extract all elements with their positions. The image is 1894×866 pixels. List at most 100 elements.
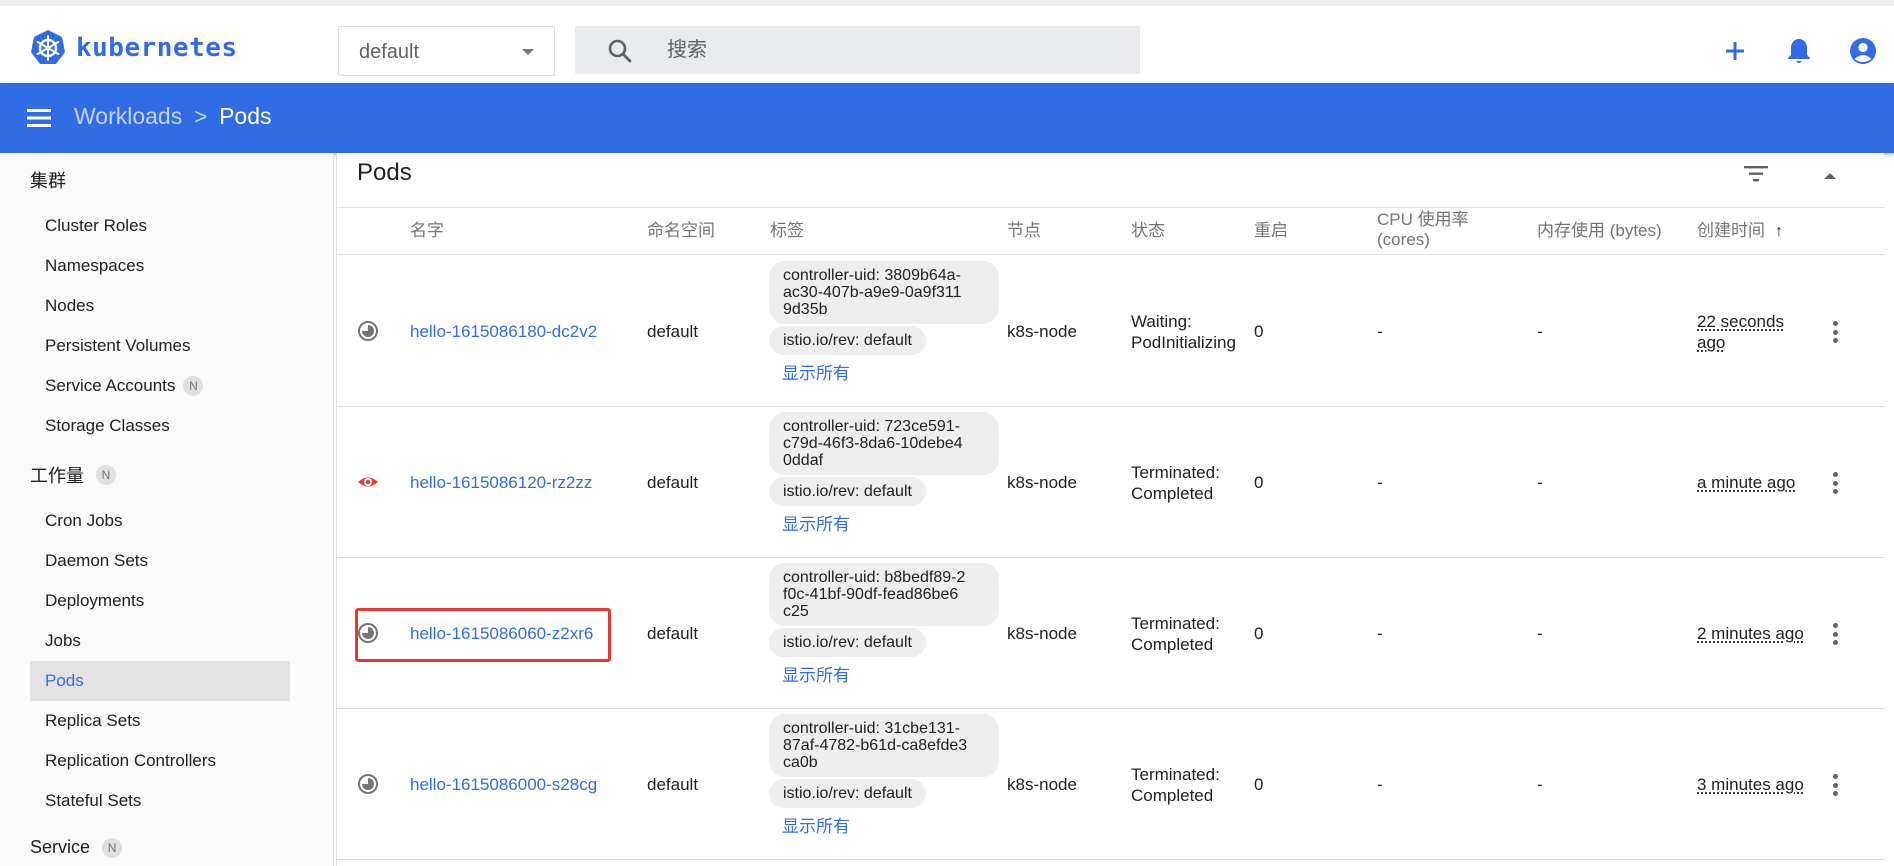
search-icon[interactable] — [607, 38, 633, 64]
top-bar: kubernetes default — [0, 0, 1894, 83]
age-text: 2 minutes ago — [1697, 624, 1804, 643]
sidebar-item-deployments[interactable]: Deployments — [30, 581, 290, 621]
sidebar-item-label: Nodes — [45, 296, 95, 315]
column-memory: 内存使用 (bytes) — [1537, 221, 1662, 240]
sidebar-item-storage-classes[interactable]: Storage Classes — [30, 406, 290, 446]
namespaced-badge: N — [96, 465, 116, 485]
pod-namespace: default — [647, 775, 699, 794]
pod-name-link[interactable]: hello-1615086180-dc2v2 — [410, 321, 597, 342]
label-text: controller-uid: 3809b64a- — [783, 267, 961, 284]
kubernetes-helm-icon — [31, 30, 65, 64]
table-row: hello-1615086120-rz2zz default controlle… — [337, 407, 1885, 558]
sidebar-item-nodes[interactable]: Nodes — [30, 286, 290, 326]
column-name[interactable]: 名字 — [410, 221, 444, 241]
more-actions-button[interactable] — [1823, 771, 1847, 799]
sidebar-item-stateful-sets[interactable]: Stateful Sets — [30, 781, 290, 821]
account-button[interactable] — [1846, 34, 1880, 68]
collapse-icon[interactable] — [1817, 163, 1843, 189]
sidebar-item-replica-sets[interactable]: Replica Sets — [30, 701, 290, 741]
pod-name[interactable]: hello-1615086000-s28cg — [410, 775, 597, 794]
more-actions-button[interactable] — [1823, 318, 1847, 346]
label-text: ca0b — [783, 754, 818, 771]
more-actions-button[interactable] — [1823, 469, 1847, 497]
label-text: c25 — [783, 603, 809, 620]
more-actions-button[interactable] — [1823, 620, 1847, 648]
show-all-labels-link[interactable]: 显示所有 — [782, 510, 850, 535]
sidebar-section-label: 工作量 — [30, 466, 84, 486]
age-text: a minute ago — [1697, 473, 1796, 492]
breadcrumb-workloads[interactable]: Workloads — [74, 103, 182, 130]
show-all-labels-link[interactable]: 显示所有 — [782, 812, 850, 837]
pod-age: 3 minutes ago — [1697, 774, 1804, 795]
pod-status: Terminated: Completed — [1131, 764, 1220, 806]
namespace-value: default — [359, 41, 420, 63]
show-all-labels-link[interactable]: 显示所有 — [782, 359, 850, 384]
status-line: Completed — [1131, 786, 1214, 805]
filter-icon[interactable] — [1741, 159, 1771, 189]
pod-memory: - — [1537, 624, 1543, 643]
notifications-button[interactable] — [1782, 34, 1816, 68]
pod-age: 22 seconds ago — [1697, 311, 1784, 353]
hamburger-menu-icon[interactable] — [26, 105, 54, 131]
namespace-select[interactable]: default — [338, 26, 555, 76]
status-line: Completed — [1131, 635, 1214, 654]
pod-memory: - — [1537, 322, 1543, 341]
label-text: 87af-4782-b61d-ca8efde3 — [783, 737, 968, 754]
pod-name-link[interactable]: hello-1615086000-s28cg — [410, 774, 597, 795]
sidebar-item-label: Daemon Sets — [45, 551, 148, 570]
sidebar-item-label: Persistent Volumes — [45, 336, 191, 355]
sidebar-item-label: Stateful Sets — [45, 791, 142, 810]
column-status[interactable]: 状态 — [1131, 221, 1165, 241]
kubernetes-logo[interactable]: kubernetes — [28, 28, 238, 68]
label-chip: controller-uid: 3809b64a- ac30-407b-a9e9… — [769, 261, 999, 324]
pod-name-link[interactable]: hello-1615086060-z2xr6 — [410, 623, 593, 644]
pod-namespace: default — [647, 624, 699, 643]
sidebar-item-jobs[interactable]: Jobs — [30, 621, 290, 661]
column-cpu-line2: (cores) — [1377, 230, 1430, 249]
pod-node: k8s-node — [1007, 624, 1077, 643]
sidebar-item-cron-jobs[interactable]: Cron Jobs — [30, 501, 290, 541]
kebab-dot — [1832, 489, 1838, 494]
pod-name-link[interactable]: hello-1615086120-rz2zz — [410, 472, 592, 493]
label-text: ac30-407b-a9e9-0a9f311 — [783, 284, 962, 301]
pod-memory: - — [1537, 473, 1543, 492]
show-all-labels-link[interactable]: 显示所有 — [782, 661, 850, 686]
create-button[interactable] — [1718, 34, 1752, 68]
column-node[interactable]: 节点 — [1007, 221, 1041, 241]
column-created[interactable]: 创建时间 ↑ — [1697, 221, 1783, 242]
sidebar-item-persistent-volumes[interactable]: Persistent Volumes — [30, 326, 290, 366]
sidebar-item-namespaces[interactable]: Namespaces — [30, 246, 290, 286]
pod-name[interactable]: hello-1615086180-dc2v2 — [410, 322, 597, 341]
sidebar-item-label: Replica Sets — [45, 711, 141, 730]
search-input[interactable] — [667, 34, 1107, 66]
label-text: controller-uid: 723ce591- — [783, 418, 960, 435]
label-chip: istio.io/rev: default — [769, 477, 926, 506]
label-text: controller-uid: b8bedf89-2 — [783, 569, 966, 586]
pending-icon — [358, 774, 378, 794]
kebab-dot — [1832, 480, 1838, 486]
sidebar-item-replication-controllers[interactable]: Replication Controllers — [30, 741, 290, 781]
kebab-dot — [1832, 791, 1838, 796]
pod-restarts: 0 — [1254, 322, 1264, 341]
column-namespace[interactable]: 命名空间 — [647, 221, 715, 241]
pod-node: k8s-node — [1007, 775, 1077, 794]
pod-name[interactable]: hello-1615086120-rz2zz — [410, 473, 592, 492]
kebab-dot — [1832, 338, 1838, 343]
status-line: Completed — [1131, 484, 1214, 503]
eye-icon — [358, 477, 378, 487]
sidebar-item-label: Cron Jobs — [45, 511, 123, 530]
sidebar-section-workloads[interactable]: 工作量 N — [30, 462, 116, 488]
sidebar-section-service[interactable]: Service N — [30, 837, 123, 858]
bell-icon — [1788, 39, 1810, 63]
pod-age: 2 minutes ago — [1697, 623, 1804, 644]
sidebar-item-cluster-roles[interactable]: Cluster Roles — [30, 206, 290, 246]
table-header: 名字 命名空间 标签 节点 状态 重启 CPU 使用率 (cores) 内存使用… — [337, 207, 1885, 255]
sidebar-item-pods[interactable]: Pods — [30, 661, 290, 701]
sidebar-section-cluster[interactable]: 集群 — [30, 167, 66, 193]
sidebar-item-service-accounts[interactable]: Service Accounts N — [30, 366, 290, 406]
chevron-right-icon: > — [194, 103, 208, 129]
sidebar-item-daemon-sets[interactable]: Daemon Sets — [30, 541, 290, 581]
pod-name[interactable]: hello-1615086060-z2xr6 — [410, 624, 593, 643]
pod-age: a minute ago — [1697, 472, 1795, 493]
status-line: Terminated: — [1131, 765, 1220, 784]
